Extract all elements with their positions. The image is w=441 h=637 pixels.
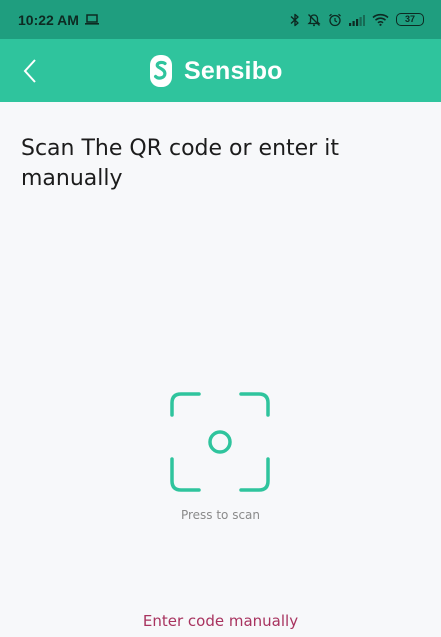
alarm-icon <box>328 13 342 27</box>
status-bar: 10:22 AM 37 <box>0 0 441 39</box>
status-right: 37 <box>290 13 424 27</box>
wifi-icon <box>372 13 389 26</box>
enter-code-manually-link[interactable]: Enter code manually <box>0 612 441 630</box>
brand-name: Sensibo <box>184 56 283 85</box>
app-bar: Sensibo <box>0 39 441 102</box>
scan-frame-icon <box>170 392 270 492</box>
notifications-off-icon <box>307 13 321 27</box>
sensibo-logo-icon <box>150 55 172 87</box>
chevron-left-icon <box>23 59 36 83</box>
status-left: 10:22 AM <box>18 12 99 28</box>
scan-button[interactable] <box>160 386 280 498</box>
scan-caption: Press to scan <box>180 508 261 522</box>
battery-icon: 37 <box>396 13 424 26</box>
signal-icon <box>349 14 365 26</box>
status-time: 10:22 AM <box>18 11 79 28</box>
laptop-icon <box>84 14 99 25</box>
brand: Sensibo <box>148 54 283 88</box>
bluetooth-icon <box>290 13 300 27</box>
back-button[interactable] <box>14 55 46 87</box>
page-title: Scan The QR code or enter it manually <box>21 136 339 191</box>
